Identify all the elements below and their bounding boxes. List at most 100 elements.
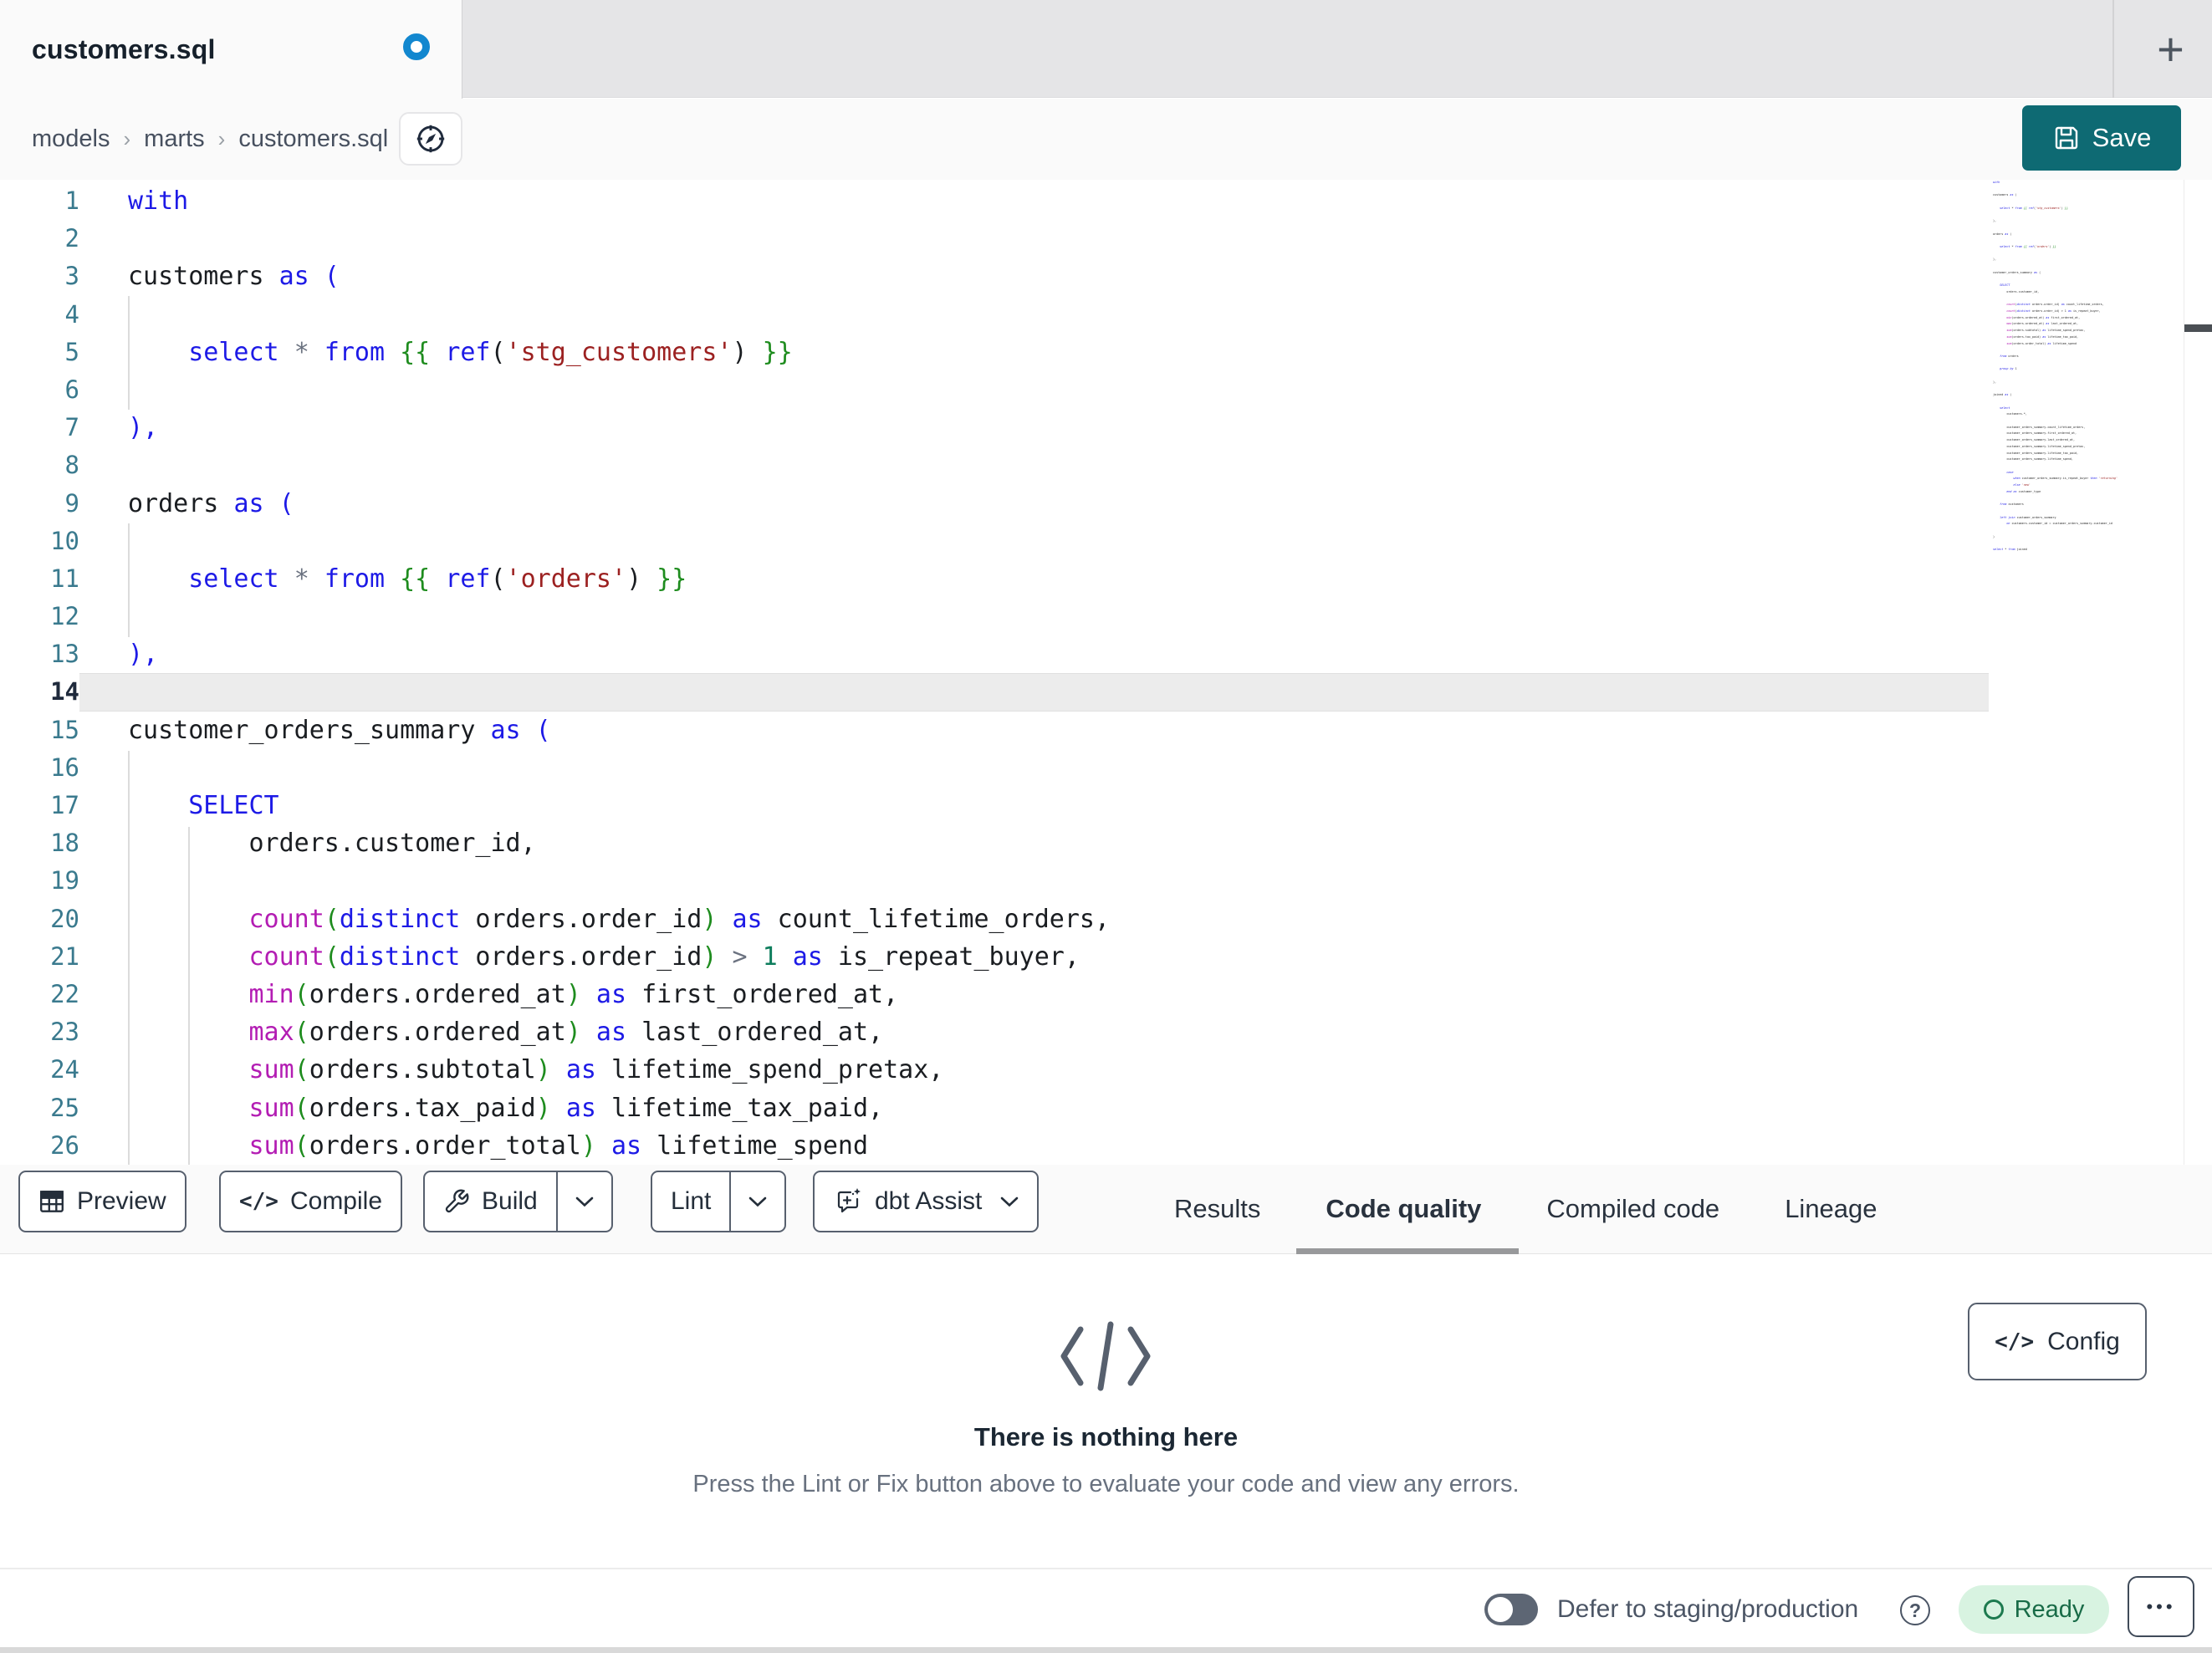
- breadcrumb-separator-icon: ›: [123, 126, 131, 151]
- line-number: 22: [50, 979, 79, 1008]
- code-line-9: 9 orders as (: [0, 485, 1990, 523]
- status-badge-label: Ready: [2014, 1595, 2085, 1623]
- defer-label: Defer to staging/production: [1557, 1594, 1859, 1623]
- breadcrumb-item-marts[interactable]: marts: [144, 125, 205, 153]
- empty-state-subtitle: Press the Lint or Fix button above to ev…: [692, 1471, 1520, 1497]
- minimap[interactable]: with customers as ( select * from {{ ref…: [1993, 180, 2118, 564]
- code-line-21: 21 count(distinct orders.order_id) > 1 a…: [0, 938, 1990, 976]
- compile-button[interactable]: </> Compile: [219, 1171, 403, 1232]
- status-bar: Defer to staging/production ? Ready •••: [0, 1568, 2212, 1647]
- code-line-17: 17 SELECT: [0, 787, 1990, 824]
- code-lines: 1 with 2 3 customers as (4 5 select * from {{…: [0, 182, 1990, 1165]
- code-line-15: 15 customer_orders_summary as (: [0, 712, 1990, 749]
- code-line-24: 24 sum(orders.subtotal) as lifetime_spen…: [0, 1051, 1990, 1089]
- save-icon: [2052, 124, 2081, 152]
- dbt-assist-button-label: dbt Assist: [875, 1187, 983, 1215]
- defer-toggle[interactable]: [1484, 1594, 1538, 1625]
- code-line-5: 5 select * from {{ ref('stg_customers') …: [0, 334, 1990, 371]
- config-button[interactable]: </> Config: [1968, 1303, 2147, 1380]
- breadcrumb-item-models[interactable]: models: [32, 125, 110, 153]
- line-number: 14: [50, 677, 79, 707]
- line-number: 10: [50, 526, 79, 555]
- toggle-knob: [1488, 1597, 1513, 1622]
- lint-button-label: Lint: [671, 1187, 712, 1215]
- panel-tab-results[interactable]: Results: [1174, 1194, 1260, 1224]
- code-line-10: 10: [0, 523, 1990, 560]
- preview-button[interactable]: Preview: [18, 1171, 186, 1232]
- tab-customers-sql[interactable]: customers.sql: [0, 0, 462, 99]
- code-line-25: 25 sum(orders.tax_paid) as lifetime_tax_…: [0, 1089, 1990, 1127]
- line-number: 24: [50, 1055, 79, 1084]
- code-line-13: 13),: [0, 635, 1990, 673]
- more-options-button[interactable]: •••: [2128, 1576, 2194, 1637]
- code-line-12: 12: [0, 598, 1990, 635]
- code-line-4: 4: [0, 296, 1990, 334]
- save-button[interactable]: Save: [2022, 105, 2181, 171]
- line-number: 19: [50, 866, 79, 895]
- line-number: 20: [50, 904, 79, 933]
- code-line-3: 3 customers as (: [0, 258, 1990, 295]
- compile-button-label: Compile: [289, 1187, 383, 1215]
- breadcrumb-row: models › marts › customers.sql Save: [0, 99, 2212, 180]
- code-line-8: 8: [0, 446, 1990, 484]
- code-line-19: 19: [0, 862, 1990, 900]
- line-number: 26: [50, 1130, 79, 1160]
- line-number: 2: [64, 224, 79, 253]
- line-number: 8: [64, 451, 79, 480]
- code-quality-panel: There is nothing here Press the Lint or …: [0, 1255, 2212, 1565]
- line-number: 21: [50, 941, 79, 971]
- breadcrumb-separator-icon: ›: [217, 126, 226, 151]
- preview-button-label: Preview: [77, 1187, 166, 1215]
- lint-button[interactable]: Lint: [652, 1172, 729, 1231]
- code-line-14: 14: [0, 673, 1990, 712]
- chevron-down-icon: [748, 1196, 767, 1207]
- line-number: 5: [64, 337, 79, 366]
- compass-icon: [415, 123, 447, 155]
- editor-tab-bar: + customers.sql: [0, 0, 2212, 99]
- dbt-ide-window: + customers.sql models › marts › custome…: [0, 0, 2212, 1653]
- line-number: 17: [50, 791, 79, 819]
- tab-bar-divider: [2112, 0, 2114, 98]
- scrollbar-marker[interactable]: [2184, 324, 2212, 332]
- window-bottom-edge: [0, 1647, 2212, 1653]
- lint-dropdown-button[interactable]: [731, 1172, 784, 1231]
- panel-tab-compiled-code[interactable]: Compiled code: [1546, 1194, 1719, 1224]
- wrench-icon: [443, 1188, 470, 1215]
- table-icon: [38, 1188, 65, 1215]
- code-line-26: 26 sum(orders.order_total) as lifetime_s…: [0, 1127, 1990, 1165]
- panel-tab-lineage[interactable]: Lineage: [1785, 1194, 1877, 1224]
- active-tab-underline: [1296, 1248, 1519, 1254]
- chevron-down-icon: [1000, 1196, 1019, 1207]
- dbt-assist-button[interactable]: dbt Assist: [813, 1171, 1040, 1232]
- status-badge[interactable]: Ready: [1959, 1585, 2109, 1634]
- line-number: 13: [50, 640, 79, 669]
- panel-tab-code-quality[interactable]: Code quality: [1326, 1194, 1481, 1224]
- result-panel-tabs: Results Code quality Compiled code Lineage: [1174, 1165, 1877, 1253]
- line-number: 9: [64, 488, 79, 518]
- code-brackets-icon: </>: [239, 1189, 278, 1214]
- help-icon[interactable]: ?: [1900, 1595, 1930, 1625]
- code-slash-icon: [1055, 1318, 1156, 1395]
- code-line-1: 1 with: [0, 182, 1990, 220]
- line-number: 6: [64, 375, 79, 404]
- code-line-7: 7),: [0, 409, 1990, 446]
- line-number: 23: [50, 1018, 79, 1047]
- code-line-23: 23 max(orders.ordered_at) as last_ordere…: [0, 1013, 1990, 1051]
- line-number: 12: [50, 602, 79, 631]
- line-number: 16: [50, 753, 79, 782]
- breadcrumb: models › marts › customers.sql: [32, 99, 388, 180]
- code-editor[interactable]: 1 with 2 3 customers as (4 5 select * from {{…: [0, 180, 2212, 1165]
- new-tab-button[interactable]: +: [2129, 0, 2212, 98]
- line-number: 3: [64, 262, 79, 291]
- line-number: 7: [64, 413, 79, 442]
- chevron-down-icon: [575, 1196, 594, 1207]
- config-button-label: Config: [2047, 1327, 2120, 1355]
- build-split-button: Build: [423, 1171, 613, 1232]
- code-line-2: 2: [0, 220, 1990, 258]
- build-dropdown-button[interactable]: [558, 1172, 611, 1231]
- code-line-6: 6: [0, 371, 1990, 409]
- build-button[interactable]: Build: [425, 1172, 556, 1231]
- explore-lineage-button[interactable]: [399, 112, 462, 166]
- tab-title: customers.sql: [32, 33, 216, 64]
- save-button-label: Save: [2092, 123, 2152, 152]
